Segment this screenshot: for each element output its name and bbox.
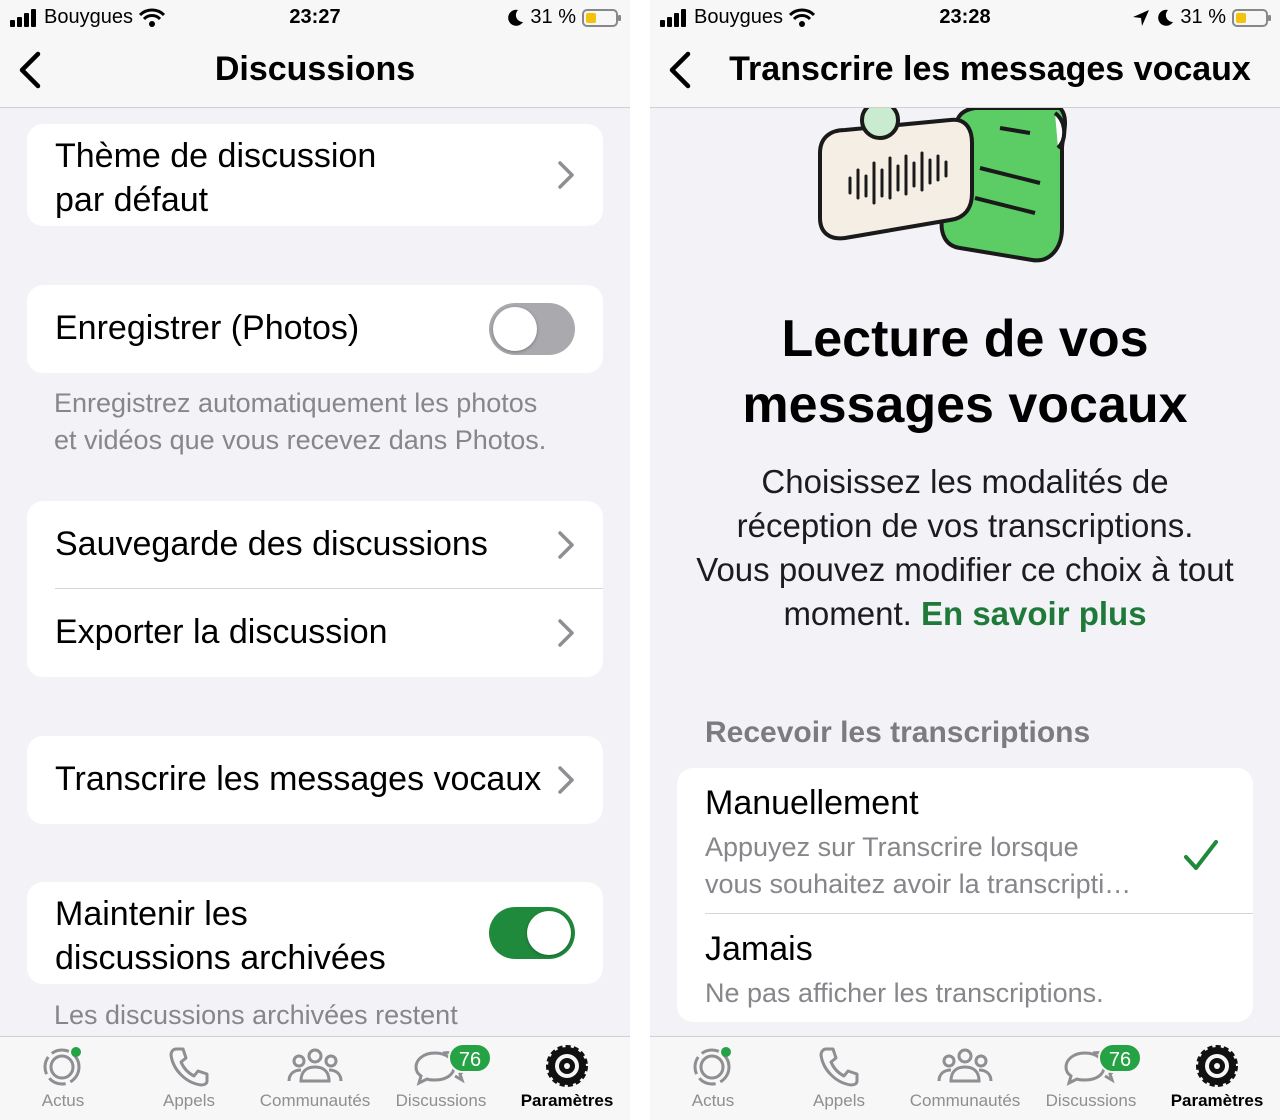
option-title: Jamais [705,930,813,968]
tab-discussions[interactable]: 76 Discussions [1028,1043,1154,1111]
theme-label-line1: Thème de discussion [55,137,377,175]
export-label: Exporter la discussion [55,613,388,651]
save-photos-label: Enregistrer (Photos) [55,309,360,347]
tab-actus[interactable]: Actus [650,1043,776,1111]
battery-icon [1232,8,1271,27]
voice-transcription-illustration [818,108,1068,263]
chevron-right-icon [558,619,574,647]
chevron-right-icon [558,161,574,189]
status-icon [693,1047,731,1086]
phone-icon [819,1047,859,1087]
keep-archived-row: Maintenir les discussions archivées [27,882,603,984]
left-screen: Bouygues 23:27 31 % Discussions Thème de… [0,0,630,1120]
unread-badge: 76 [448,1043,492,1073]
page-title: Transcrire les messages vocaux [729,50,1251,88]
battery-percent: 31 % [1180,6,1226,28]
transcribe-row[interactable]: Transcrire les messages vocaux [27,736,603,824]
backup-label: Sauvegarde des discussions [55,525,488,563]
communities-icon [937,1048,993,1083]
hero-heading: Lecture de vos messages vocaux [742,310,1188,434]
backup-export-card: Sauvegarde des discussions Exporter la d… [27,501,603,677]
option-never[interactable]: Jamais Ne pas afficher les transcription… [705,930,1253,1018]
chevron-right-icon [558,766,574,794]
nav-bar: Transcrire les messages vocaux [650,36,1280,108]
keep-archived-label-line1: Maintenir les [55,895,248,933]
keep-archived-label-line2: discussions archivées [55,939,386,977]
tab-communautes[interactable]: Communautés [252,1043,378,1111]
tab-actus[interactable]: Actus [0,1043,126,1111]
tab-discussions[interactable]: 76 Discussions [378,1043,504,1111]
communities-icon [287,1048,343,1083]
save-photos-row: Enregistrer (Photos) [27,285,603,373]
learn-more-link[interactable]: En savoir plus [921,595,1147,632]
save-photos-note: Enregistrez automatiquement les photos e… [54,388,547,455]
theme-label-line2: par défaut [55,181,209,219]
tab-appels[interactable]: Appels [126,1043,252,1111]
battery-icon [582,8,621,27]
checkmark-icon [1184,840,1218,870]
tab-parametres[interactable]: Paramètres [504,1043,630,1111]
moon-icon [508,9,524,26]
tab-bar: Actus Appels Communautés 76 Discussions … [650,1036,1280,1120]
tab-bar: Actus Appels Communautés 76 Discussions … [0,1036,630,1120]
description: Choisissez les modalités de réception de… [696,463,1234,632]
archived-note: Les discussions archivées restent [54,1000,458,1030]
page-title: Discussions [214,50,416,88]
theme-row[interactable]: Thème de discussion par défaut [27,124,603,226]
status-icon [43,1047,81,1086]
settings-icon [546,1045,588,1087]
export-row[interactable]: Exporter la discussion [27,589,603,677]
moon-icon [1158,9,1174,26]
save-photos-toggle[interactable] [489,303,575,355]
right-screen: Bouygues 23:28 31 % Transcrire les messa… [650,0,1280,1120]
section-header: Recevoir les transcriptions [705,716,1091,749]
location-arrow-icon [1133,9,1150,26]
settings-icon [1196,1045,1238,1087]
transcription-options: Manuellement Appuyez sur Transcrire lors… [677,768,1253,1022]
nav-bar: Discussions [0,36,630,108]
tab-parametres[interactable]: Paramètres [1154,1043,1280,1111]
status-bar: Bouygues 23:28 31 % [650,0,1280,36]
tab-appels[interactable]: Appels [776,1043,902,1111]
back-chevron-icon[interactable] [662,48,702,92]
keep-archived-toggle[interactable] [489,907,575,959]
unread-badge: 76 [1098,1043,1142,1073]
chevron-right-icon [558,531,574,559]
battery-percent: 31 % [530,6,576,28]
tab-communautes[interactable]: Communautés [902,1043,1028,1111]
divider [705,913,1253,914]
backup-row[interactable]: Sauvegarde des discussions [27,501,603,589]
phone-icon [169,1047,209,1087]
status-bar: Bouygues 23:27 31 % [0,0,630,36]
option-title: Manuellement [705,784,919,822]
option-manual[interactable]: Manuellement Appuyez sur Transcrire lors… [705,784,1253,914]
transcribe-label: Transcrire les messages vocaux [55,760,542,798]
